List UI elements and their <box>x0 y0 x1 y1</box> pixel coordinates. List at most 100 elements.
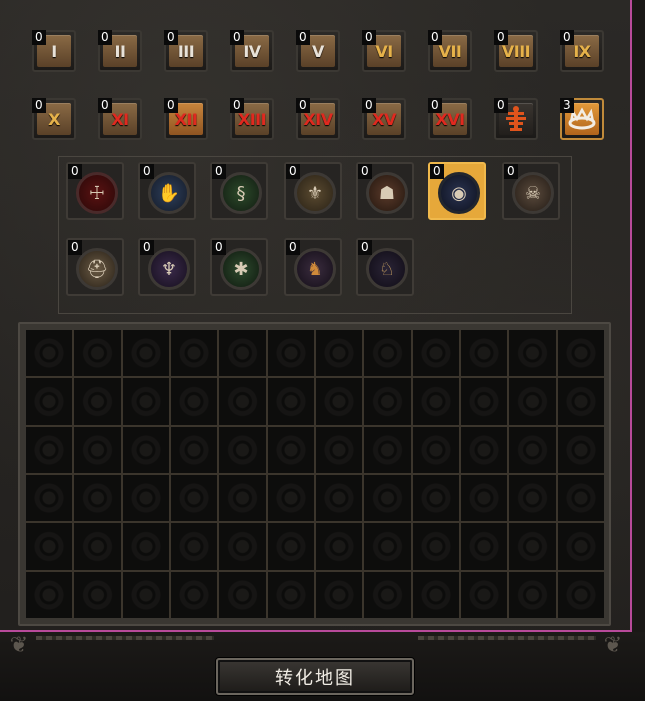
stash-cell[interactable] <box>219 523 266 570</box>
stash-cell[interactable] <box>460 571 508 618</box>
stash-cell[interactable] <box>170 378 218 425</box>
stash-cell[interactable] <box>170 330 218 377</box>
stash-cell[interactable] <box>315 426 363 473</box>
tab-tier-15[interactable]: XV 0 <box>362 98 406 140</box>
stash-cell[interactable] <box>74 330 121 377</box>
stash-cell[interactable] <box>364 330 411 377</box>
stash-cell[interactable] <box>364 426 411 473</box>
stash-cell[interactable] <box>412 378 459 425</box>
tab-tier-16[interactable]: XVI 0 <box>428 98 472 140</box>
stash-cell[interactable] <box>267 426 314 473</box>
stash-cell[interactable] <box>509 378 556 425</box>
stash-cell[interactable] <box>26 523 73 570</box>
tab-tier-2[interactable]: II 0 <box>98 30 142 72</box>
stash-cell[interactable] <box>74 474 121 522</box>
stash-cell[interactable] <box>557 378 604 425</box>
unique-map-slot-9[interactable]: ♆ 0 <box>138 238 196 296</box>
unique-map-slot-4[interactable]: ⚜ 0 <box>284 162 342 220</box>
stash-cell[interactable] <box>267 523 314 570</box>
unique-map-slot-11[interactable]: ♞ 0 <box>284 238 342 296</box>
tab-tier-9[interactable]: IX 0 <box>560 30 604 72</box>
unique-map-slot-3[interactable]: § 0 <box>210 162 268 220</box>
stash-cell[interactable] <box>412 330 459 377</box>
stash-cell[interactable] <box>460 474 508 522</box>
tab-tier-10[interactable]: X0 <box>32 98 76 140</box>
stash-cell[interactable] <box>509 474 556 522</box>
tab-tier-14[interactable]: XIV 0 <box>296 98 340 140</box>
stash-cell[interactable] <box>460 426 508 473</box>
stash-cell[interactable] <box>412 571 459 618</box>
tab-tier-3[interactable]: III 0 <box>164 30 208 72</box>
stash-cell[interactable] <box>509 523 556 570</box>
stash-cell[interactable] <box>170 571 218 618</box>
stash-cell[interactable] <box>122 474 169 522</box>
stash-cell[interactable] <box>74 571 121 618</box>
tab-tier-8[interactable]: VIII 0 <box>494 30 538 72</box>
stash-cell[interactable] <box>267 330 314 377</box>
unique-map-slot-6[interactable]: ◉ 0 <box>428 162 486 220</box>
stash-cell[interactable] <box>315 571 363 618</box>
tab-tier-11[interactable]: XI 0 <box>98 98 142 140</box>
stash-cell[interactable] <box>364 378 411 425</box>
stash-cell[interactable] <box>315 378 363 425</box>
tab-tier-12[interactable]: XII 0 <box>164 98 208 140</box>
stash-cell[interactable] <box>557 474 604 522</box>
stash-cell[interactable] <box>557 330 604 377</box>
stash-cell[interactable] <box>364 474 411 522</box>
stash-cell[interactable] <box>267 378 314 425</box>
tab-shaper[interactable]: 0 <box>494 98 538 140</box>
stash-cell[interactable] <box>412 523 459 570</box>
stash-cell[interactable] <box>315 330 363 377</box>
stash-cell[interactable] <box>219 571 266 618</box>
stash-cell[interactable] <box>122 523 169 570</box>
stash-cell[interactable] <box>460 330 508 377</box>
stash-cell[interactable] <box>122 378 169 425</box>
stash-cell[interactable] <box>509 571 556 618</box>
stash-cell[interactable] <box>219 474 266 522</box>
tab-tier-13[interactable]: XIII 0 <box>230 98 274 140</box>
stash-cell[interactable] <box>412 426 459 473</box>
unique-map-slot-8[interactable]: ⛑ 0 <box>66 238 124 296</box>
unique-map-slot-1[interactable]: ☩ 0 <box>66 162 124 220</box>
tab-tier-7[interactable]: VII 0 <box>428 30 472 72</box>
stash-cell[interactable] <box>267 474 314 522</box>
stash-cell[interactable] <box>122 330 169 377</box>
tab-tier-5[interactable]: V0 <box>296 30 340 72</box>
stash-cell[interactable] <box>460 378 508 425</box>
stash-cell[interactable] <box>460 523 508 570</box>
unique-map-slot-7[interactable]: ☠ 0 <box>502 162 560 220</box>
stash-cell[interactable] <box>170 426 218 473</box>
stash-cell[interactable] <box>557 571 604 618</box>
stash-cell[interactable] <box>74 426 121 473</box>
stash-cell[interactable] <box>74 378 121 425</box>
unique-map-slot-5[interactable]: ☗ 0 <box>356 162 414 220</box>
stash-cell[interactable] <box>219 330 266 377</box>
tab-tier-1[interactable]: I0 <box>32 30 76 72</box>
stash-cell[interactable] <box>412 474 459 522</box>
unique-map-slot-12[interactable]: ♘ 0 <box>356 238 414 296</box>
tab-unique-maps[interactable]: 3 <box>560 98 604 140</box>
stash-cell[interactable] <box>364 571 411 618</box>
stash-cell[interactable] <box>170 523 218 570</box>
tab-tier-4[interactable]: IV 0 <box>230 30 274 72</box>
unique-map-slot-2[interactable]: ✋ 0 <box>138 162 196 220</box>
stash-cell[interactable] <box>26 474 73 522</box>
stash-cell[interactable] <box>364 523 411 570</box>
stash-cell[interactable] <box>74 523 121 570</box>
stash-cell[interactable] <box>315 474 363 522</box>
stash-cell[interactable] <box>267 571 314 618</box>
stash-cell[interactable] <box>170 474 218 522</box>
stash-cell[interactable] <box>557 426 604 473</box>
stash-cell[interactable] <box>26 330 73 377</box>
stash-cell[interactable] <box>315 523 363 570</box>
stash-cell[interactable] <box>122 571 169 618</box>
convert-map-button[interactable]: 转化地图 <box>216 658 414 695</box>
stash-cell[interactable] <box>219 426 266 473</box>
stash-cell[interactable] <box>509 330 556 377</box>
stash-cell[interactable] <box>26 571 73 618</box>
tab-tier-6[interactable]: VI 0 <box>362 30 406 72</box>
stash-cell[interactable] <box>219 378 266 425</box>
stash-cell[interactable] <box>26 378 73 425</box>
stash-cell[interactable] <box>26 426 73 473</box>
stash-cell[interactable] <box>122 426 169 473</box>
